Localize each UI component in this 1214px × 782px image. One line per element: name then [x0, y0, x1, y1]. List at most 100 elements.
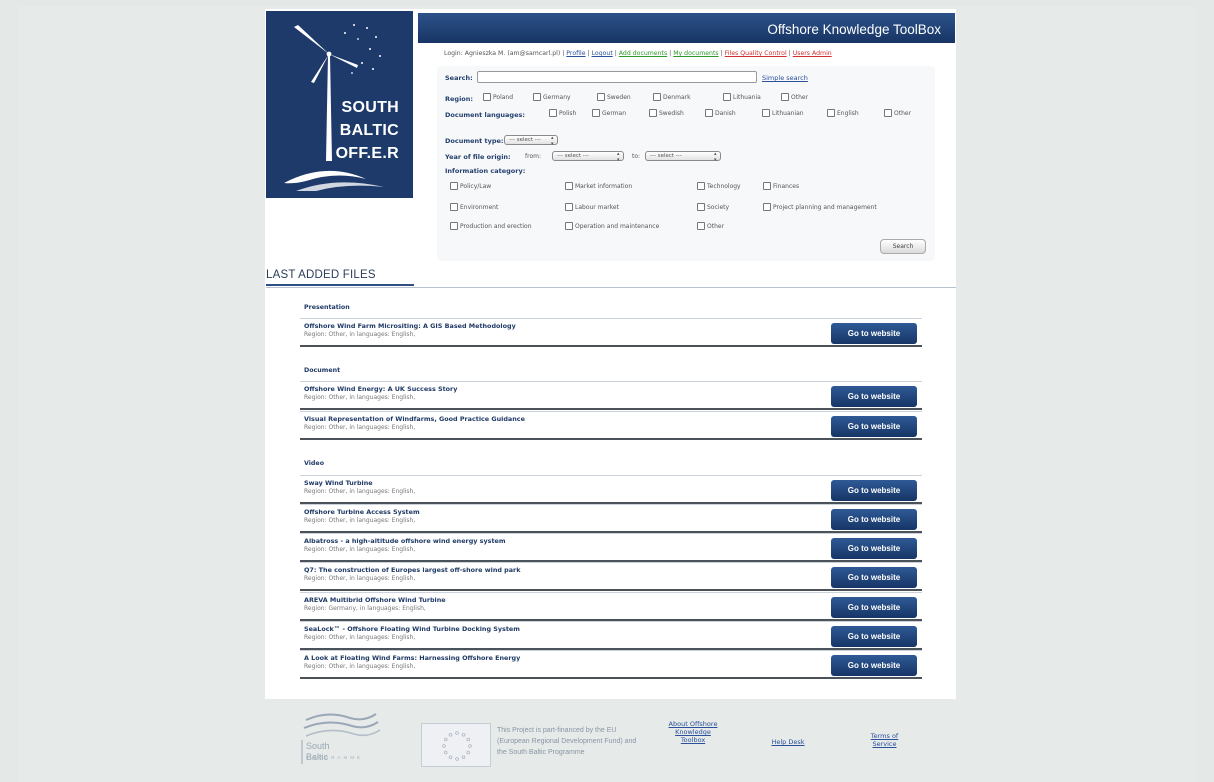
- document-type-select[interactable]: --- select ---: [504, 135, 558, 147]
- terms-of-service-link[interactable]: Terms of Service: [862, 732, 907, 748]
- checkbox[interactable]: [884, 109, 892, 117]
- category-option-environment[interactable]: Environment: [450, 203, 498, 211]
- eu-star: [455, 757, 459, 761]
- checkbox[interactable]: [723, 93, 731, 101]
- year-to-select[interactable]: --- select ---: [645, 151, 721, 163]
- last-added-files-heading: LAST ADDED FILES: [266, 269, 376, 281]
- simple-search-link[interactable]: Simple search: [762, 74, 808, 82]
- checkbox[interactable]: [592, 109, 600, 117]
- language-option-danish[interactable]: Danish: [705, 109, 736, 117]
- language-option-german[interactable]: German: [592, 109, 626, 117]
- category-option-technology[interactable]: Technology: [697, 182, 741, 190]
- checkbox[interactable]: [762, 109, 770, 117]
- checkbox[interactable]: [565, 203, 573, 211]
- file-title[interactable]: Offshore Wind Energy: A UK Success Story: [304, 385, 457, 393]
- year-from-select[interactable]: --- select ---: [552, 151, 624, 163]
- category-option-other[interactable]: Other: [697, 222, 724, 230]
- advanced-search-panel: Search: Simple search Region: Document l…: [437, 66, 935, 261]
- go-to-website-button[interactable]: Go to website: [831, 323, 917, 344]
- category-option-operation-and-maintenance[interactable]: Operation and maintenance: [565, 222, 659, 230]
- heading-underline: [266, 284, 414, 286]
- checkbox[interactable]: [549, 109, 557, 117]
- file-title[interactable]: Visual Representation of Windfarms, Good…: [304, 415, 525, 423]
- language-option-lithuanian[interactable]: Lithuanian: [762, 109, 804, 117]
- file-title[interactable]: A Look at Floating Wind Farms: Harnessin…: [304, 654, 520, 662]
- checkbox[interactable]: [565, 182, 573, 190]
- checkbox[interactable]: [697, 182, 705, 190]
- checkbox[interactable]: [705, 109, 713, 117]
- add-documents-link[interactable]: Add documents: [619, 50, 667, 57]
- checkbox[interactable]: [781, 93, 789, 101]
- logout-link[interactable]: Logout: [592, 50, 613, 57]
- checkbox[interactable]: [763, 203, 771, 211]
- checkbox[interactable]: [597, 93, 605, 101]
- search-button[interactable]: Search: [880, 239, 926, 254]
- category-option-project-planning-and-management[interactable]: Project planning and management: [763, 203, 877, 211]
- file-meta: Region: Other, in languages: English,: [304, 663, 416, 670]
- file-title[interactable]: Q7: The construction of Europes largest …: [304, 566, 520, 574]
- login-info: Login: Agnieszka M. (am@samcarl.pl) |: [444, 50, 567, 57]
- region-option-other[interactable]: Other: [781, 93, 808, 101]
- file-title[interactable]: Sway Wind Turbine: [304, 479, 373, 487]
- language-option-polish[interactable]: Polish: [549, 109, 576, 117]
- checkbox[interactable]: [483, 93, 491, 101]
- go-to-website-button[interactable]: Go to website: [831, 416, 917, 437]
- language-option-swedish[interactable]: Swedish: [649, 109, 684, 117]
- checkbox-label: English: [837, 109, 859, 117]
- checkbox-label: Swedish: [659, 109, 684, 117]
- category-heading-document: Document: [304, 367, 341, 374]
- category-option-market-information[interactable]: Market information: [565, 182, 632, 190]
- checkbox[interactable]: [565, 222, 573, 230]
- checkbox[interactable]: [653, 93, 661, 101]
- go-to-website-button[interactable]: Go to website: [831, 480, 917, 501]
- checkbox[interactable]: [649, 109, 657, 117]
- region-option-poland[interactable]: Poland: [483, 93, 513, 101]
- checkbox[interactable]: [697, 203, 705, 211]
- file-title[interactable]: AREVA Multibrid Offshore Wind Turbine: [304, 596, 446, 604]
- go-to-website-button[interactable]: Go to website: [831, 538, 917, 559]
- category-option-society[interactable]: Society: [697, 203, 729, 211]
- search-input[interactable]: [477, 71, 757, 83]
- region-option-lithuania[interactable]: Lithuania: [723, 93, 761, 101]
- language-option-english[interactable]: English: [827, 109, 859, 117]
- south-baltic-offer-logo[interactable]: SOUTH BALTIC OFF.E.R: [266, 11, 413, 198]
- go-to-website-button[interactable]: Go to website: [831, 567, 917, 588]
- checkbox[interactable]: [450, 203, 458, 211]
- checkbox[interactable]: [450, 182, 458, 190]
- my-documents-link[interactable]: My documents: [673, 50, 718, 57]
- region-option-germany[interactable]: Germany: [533, 93, 571, 101]
- help-desk-link[interactable]: Help Desk: [768, 738, 808, 746]
- file-title[interactable]: Offshore Wind Farm Micrositing: A GIS Ba…: [304, 322, 516, 330]
- checkbox-label: Technology: [707, 182, 741, 190]
- category-option-labour-market[interactable]: Labour market: [565, 203, 619, 211]
- users-admin-link[interactable]: Users Admin: [793, 50, 832, 57]
- files-quality-control-link[interactable]: Files Quality Control: [725, 50, 787, 57]
- go-to-website-button[interactable]: Go to website: [831, 626, 917, 647]
- region-option-denmark[interactable]: Denmark: [653, 93, 691, 101]
- checkbox[interactable]: [763, 182, 771, 190]
- file-title[interactable]: Offshore Turbine Access System: [304, 508, 420, 516]
- about-toolbox-link[interactable]: About Offshore Knowledge Toolbox: [668, 720, 718, 744]
- checkbox[interactable]: [697, 222, 705, 230]
- go-to-website-button[interactable]: Go to website: [831, 509, 917, 530]
- category-option-finances[interactable]: Finances: [763, 182, 799, 190]
- file-title[interactable]: Albatross - a high-altitude offshore win…: [304, 537, 506, 545]
- year-to-label: to:: [632, 153, 641, 160]
- go-to-website-button[interactable]: Go to website: [831, 597, 917, 618]
- go-to-website-button[interactable]: Go to website: [831, 655, 917, 676]
- checkbox[interactable]: [450, 222, 458, 230]
- eu-star: [455, 731, 459, 735]
- region-label: Region:: [445, 95, 473, 103]
- checkbox[interactable]: [533, 93, 541, 101]
- category-option-policy-law[interactable]: Policy/Law: [450, 182, 491, 190]
- document-type-label: Document type:: [445, 137, 504, 145]
- go-to-website-button[interactable]: Go to website: [831, 386, 917, 407]
- file-row: AREVA Multibrid Offshore Wind Turbine Reg…: [300, 592, 922, 621]
- file-row: Sway Wind Turbine Region: Other, in langu…: [300, 475, 922, 504]
- file-title[interactable]: SeaLock™ - Offshore Floating Wind Turbin…: [304, 625, 520, 633]
- language-option-other[interactable]: Other: [884, 109, 911, 117]
- checkbox[interactable]: [827, 109, 835, 117]
- category-option-production-and-erection[interactable]: Production and erection: [450, 222, 532, 230]
- region-option-sweden[interactable]: Sweden: [597, 93, 631, 101]
- profile-link[interactable]: Profile: [566, 50, 585, 57]
